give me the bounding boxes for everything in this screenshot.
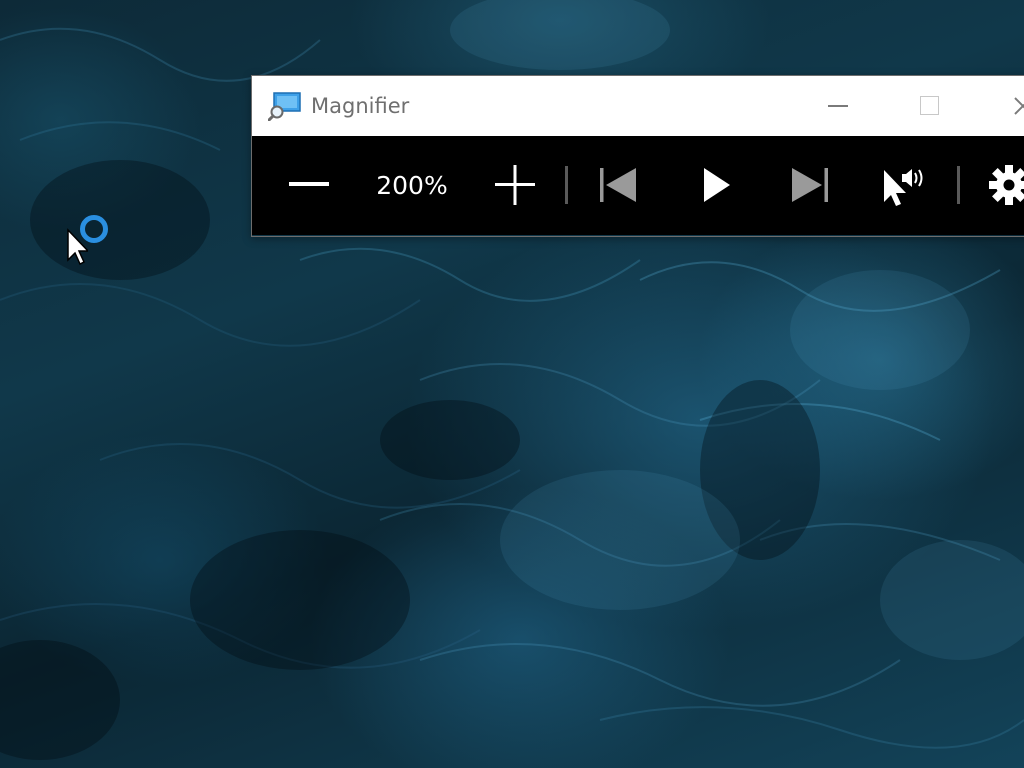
minimize-button[interactable]: [804, 76, 874, 136]
skip-previous-icon: [600, 168, 636, 202]
plus-icon: [495, 165, 535, 205]
mouse-cursor-icon: [67, 228, 88, 266]
play-button[interactable]: [692, 160, 736, 210]
window-title: Magnifier: [311, 94, 410, 118]
next-sentence-button[interactable]: [788, 160, 832, 210]
play-icon: [704, 168, 730, 202]
maximize-button[interactable]: [894, 76, 964, 136]
gear-icon: [989, 165, 1024, 205]
title-bar[interactable]: Magnifier: [252, 76, 1024, 136]
desktop-background: Magnifier 200%: [0, 0, 1024, 768]
settings-button[interactable]: [984, 160, 1024, 210]
magnifier-window: Magnifier 200%: [251, 75, 1024, 237]
toolbar-separator: [957, 166, 960, 204]
zoom-in-button[interactable]: [490, 160, 540, 210]
magnifier-toolbar: 200%: [252, 136, 1024, 235]
minimize-icon: [828, 105, 848, 107]
previous-sentence-button[interactable]: [596, 160, 640, 210]
minus-icon: [289, 182, 329, 186]
close-icon: [1014, 97, 1024, 115]
zoom-out-button[interactable]: [286, 160, 332, 210]
zoom-level-readout: 200%: [376, 171, 448, 200]
read-from-here-button[interactable]: [878, 160, 932, 210]
close-button[interactable]: [984, 76, 1024, 136]
magnifier-app-icon: [268, 91, 302, 121]
pointer-speaker-icon: [884, 169, 923, 206]
maximize-icon: [920, 96, 939, 115]
toolbar-separator: [565, 166, 568, 204]
skip-next-icon: [792, 168, 828, 202]
